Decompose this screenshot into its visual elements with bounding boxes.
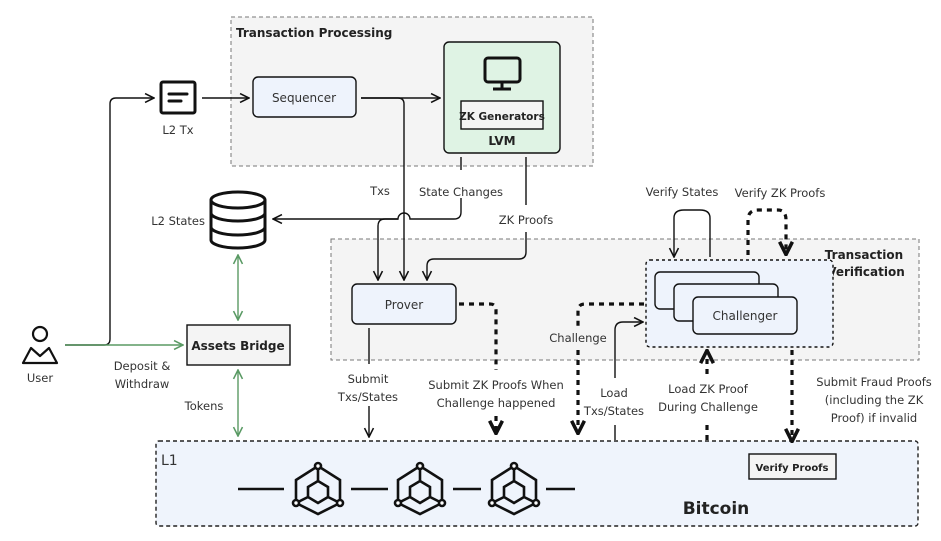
label-verify-zk-proofs: Verify ZK Proofs	[735, 186, 826, 200]
l2-states-node[interactable]: L2 States	[151, 190, 267, 250]
group-title-verification-1: Transaction	[825, 248, 903, 262]
bitcoin-label: Bitcoin	[683, 499, 750, 519]
prover-label: Prover	[385, 298, 424, 312]
label-submit-txs-1: Submit	[348, 372, 389, 386]
l2-tx-node[interactable]: L2 Tx	[159, 80, 197, 137]
verify-proofs-node[interactable]: Verify Proofs	[748, 453, 837, 480]
sequencer-node[interactable]: Sequencer	[252, 76, 357, 118]
group-title-l1: L1	[161, 453, 178, 469]
label-fraud-2: (including the ZK	[825, 393, 924, 407]
label-submit-zk-1: Submit ZK Proofs When	[428, 378, 564, 392]
user-icon	[21, 325, 59, 365]
label-verify-states: Verify States	[646, 185, 719, 199]
prover-node[interactable]: Prover	[351, 283, 457, 325]
label-load-zk-2: During Challenge	[658, 400, 758, 414]
architecture-diagram: Transaction Processing Transaction Verif…	[21, 16, 932, 527]
label-txs: Txs	[369, 184, 390, 198]
label-submit-txs-2: Txs/States	[337, 390, 398, 404]
challenger-label: Challenger	[713, 309, 778, 323]
assets-bridge-node[interactable]: Assets Bridge	[186, 324, 291, 366]
l2-tx-label: L2 Tx	[162, 123, 193, 137]
user-node[interactable]: User	[21, 325, 59, 385]
label-challenge: Challenge	[549, 331, 607, 345]
lvm-node[interactable]: ZK Generators LVM	[443, 41, 561, 154]
label-load-zk-1: Load ZK Proof	[668, 382, 749, 396]
sequencer-label: Sequencer	[272, 91, 336, 105]
edge-user-to-l2tx	[65, 98, 154, 346]
group-title-transaction-processing: Transaction Processing	[236, 26, 392, 40]
group-title-verification-2: Verification	[827, 265, 905, 279]
lvm-label: LVM	[488, 134, 515, 148]
label-zk-proofs: ZK Proofs	[499, 213, 553, 227]
challenger-node[interactable]: Challenger	[645, 259, 834, 348]
verify-proofs-label: Verify Proofs	[756, 463, 829, 474]
label-deposit-2: Withdraw	[115, 377, 170, 391]
zk-generators-label: ZK Generators	[459, 111, 545, 123]
document-icon	[159, 80, 197, 115]
label-tokens: Tokens	[184, 399, 224, 413]
label-load-txs-2: Txs/States	[583, 404, 644, 418]
l2-states-label: L2 States	[151, 214, 205, 228]
label-fraud-3: Proof) if invalid	[831, 411, 917, 425]
assets-bridge-label: Assets Bridge	[191, 339, 284, 353]
label-submit-zk-2: Challenge happened	[437, 396, 556, 410]
user-label: User	[27, 371, 53, 385]
label-load-txs-1: Load	[600, 386, 628, 400]
label-deposit-1: Deposit &	[114, 359, 171, 373]
label-state-changes: State Changes	[419, 185, 503, 199]
label-fraud-1: Submit Fraud Proofs	[816, 375, 932, 389]
database-icon	[209, 190, 267, 250]
